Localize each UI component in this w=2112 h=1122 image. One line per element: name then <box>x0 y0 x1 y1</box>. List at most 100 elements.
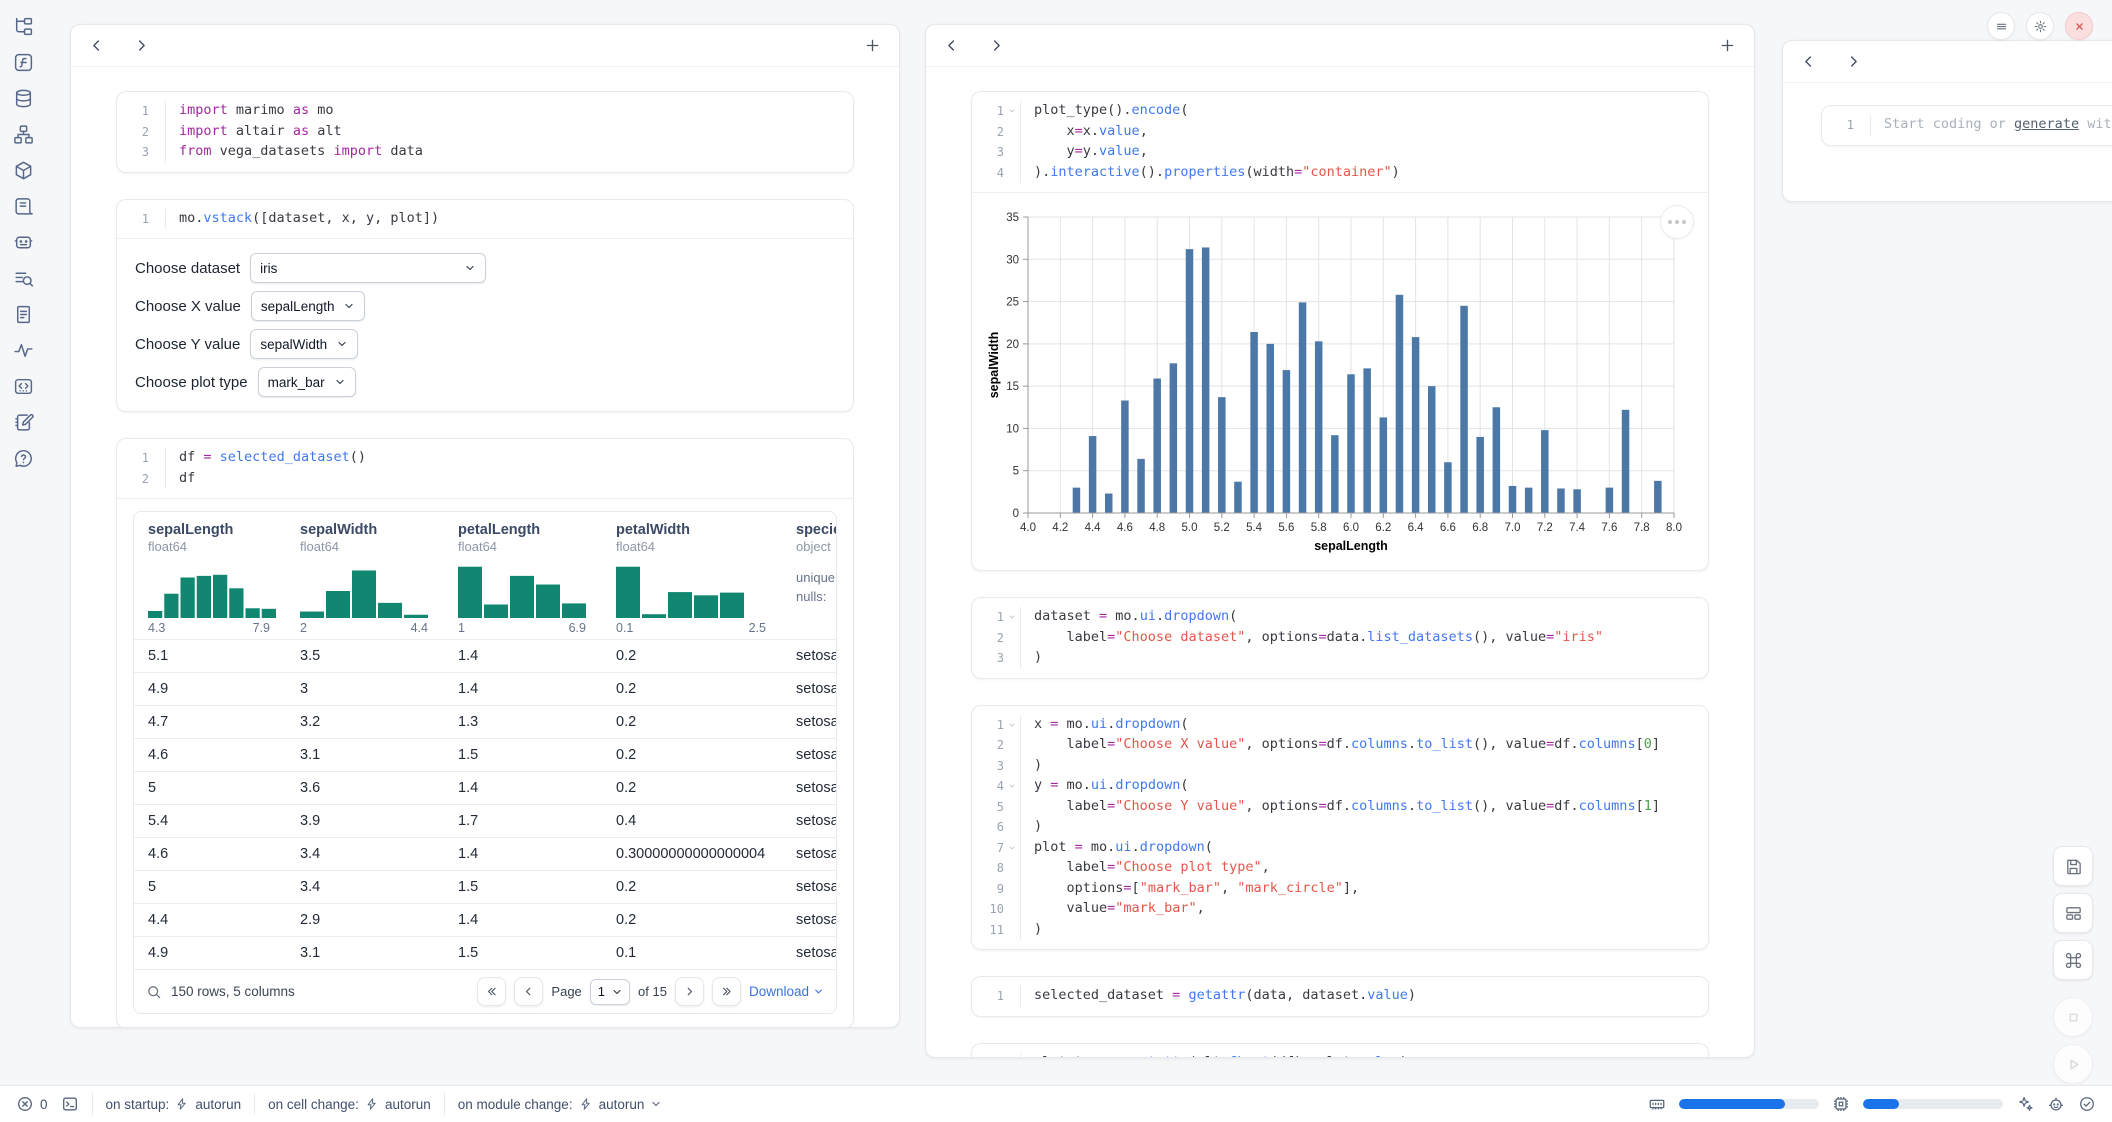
dropdown-choose-x-value[interactable]: sepalLength <box>251 291 366 321</box>
table-cell: setosa <box>782 937 836 970</box>
next-page-button[interactable] <box>675 977 704 1006</box>
prev-page-button[interactable] <box>514 977 543 1006</box>
line-number: 4 <box>978 163 1004 184</box>
chevron-left-icon[interactable] <box>89 38 104 53</box>
rail-file-tree-button[interactable] <box>13 16 34 37</box>
column-dtype: float64 <box>616 539 782 554</box>
code-editor[interactable]: 1selected_dataset = getattr(data, datase… <box>972 977 1708 1016</box>
code-editor[interactable]: 1import marimo as mo2import altair as al… <box>117 92 853 172</box>
code-editor[interactable]: 1mo.vstack([dataset, x, y, plot]) <box>117 200 853 239</box>
close-button[interactable] <box>2065 12 2093 40</box>
add-cell-icon[interactable] <box>1719 37 1736 54</box>
first-page-button[interactable] <box>477 977 506 1006</box>
line-number: 5 <box>978 797 1004 818</box>
table-row[interactable]: 4.63.11.50.2setosa <box>134 739 836 772</box>
org-chart-icon <box>13 124 34 145</box>
table-cell: 4.6 <box>134 838 286 871</box>
run-button[interactable] <box>2053 1044 2093 1084</box>
code-line: ) <box>1020 756 1696 777</box>
dropdown-choose-dataset[interactable]: iris <box>250 253 486 283</box>
chevron-right-icon[interactable] <box>1846 54 1861 69</box>
ai-sparkles-icon[interactable] <box>2016 1095 2034 1113</box>
svg-text:7.2: 7.2 <box>1537 522 1553 534</box>
dropdown-choose-plot-type[interactable]: mark_bar <box>258 367 356 397</box>
search-icon[interactable] <box>146 984 162 1000</box>
run-setting-3[interactable]: on module change:autorun <box>458 1097 663 1112</box>
column-header-petalWidth[interactable]: petalWidthfloat640.12.5 <box>602 512 782 640</box>
last-page-button[interactable] <box>712 977 741 1006</box>
table-row[interactable]: 53.41.50.2setosa <box>134 871 836 904</box>
code-editor[interactable]: 1x = mo.ui.dropdown(2 label="Choose X va… <box>972 706 1708 950</box>
column-header-sepalLength[interactable]: sepalLengthfloat644.37.9 <box>134 512 286 640</box>
table-cell: 0.2 <box>602 904 782 937</box>
rail-database-button[interactable] <box>13 88 34 109</box>
cell-plot: 1plot_type().encode(2 x=x.value,3 y=y.va… <box>971 91 1709 571</box>
rail-activity-button[interactable] <box>13 340 34 361</box>
code-editor[interactable]: 1dataset = mo.ui.dropdown(2 label="Choos… <box>972 598 1708 678</box>
table-row[interactable]: 53.61.40.2setosa <box>134 772 836 805</box>
column-header-petalLength[interactable]: petalLengthfloat6416.9 <box>444 512 602 640</box>
column-dtype: float64 <box>300 539 444 554</box>
chevron-right-icon[interactable] <box>134 38 149 53</box>
table-row[interactable]: 4.73.21.30.2setosa <box>134 706 836 739</box>
dropdown-choose-y-value[interactable]: sepalWidth <box>250 329 358 359</box>
table-row[interactable]: 4.93.11.50.1setosa <box>134 937 836 970</box>
rail-org-chart-button[interactable] <box>13 124 34 145</box>
chevron-right-icon[interactable] <box>989 38 1004 53</box>
table-cell: 0.1 <box>602 937 782 970</box>
stop-button[interactable] <box>2053 997 2093 1037</box>
download-button[interactable]: Download <box>749 984 824 999</box>
column-dtype: float64 <box>458 539 602 554</box>
dropdown-label: Choose plot type <box>135 374 248 391</box>
chart-options-button[interactable] <box>1660 205 1694 239</box>
add-cell-icon[interactable] <box>864 37 881 54</box>
table-row[interactable]: 5.13.51.40.2setosa <box>134 640 836 673</box>
chevron-left-icon[interactable] <box>1801 54 1816 69</box>
table-row[interactable]: 5.43.91.70.4setosa <box>134 805 836 838</box>
database-icon <box>13 88 34 109</box>
command-palette-button[interactable] <box>2053 940 2093 980</box>
menu-button[interactable] <box>1987 12 2015 40</box>
code-line: df = selected_dataset() <box>165 448 841 469</box>
bot-icon[interactable] <box>2047 1095 2065 1113</box>
line-number: 2 <box>123 469 149 490</box>
generate-with-ai-link[interactable]: generate <box>2014 116 2079 132</box>
table-row[interactable]: 4.63.41.40.30000000000000004setosa <box>134 838 836 871</box>
run-setting-2[interactable]: on cell change:autorun <box>268 1097 431 1112</box>
rail-scroll-button[interactable] <box>13 196 34 217</box>
rail-list-search-button[interactable] <box>13 268 34 289</box>
chevron-left-icon[interactable] <box>944 38 959 53</box>
run-setting-1[interactable]: on startup:autorun <box>106 1097 242 1112</box>
svg-text:7.4: 7.4 <box>1569 522 1586 534</box>
column-header-species[interactable]: speciesobjectunique:nulls: <box>782 512 836 640</box>
cell-selected: 1selected_dataset = getattr(data, datase… <box>971 976 1709 1017</box>
rail-document-button[interactable] <box>13 304 34 325</box>
code-editor[interactable]: 1plot_type = getattr(alt.Chart(df), plot… <box>972 1044 1708 1058</box>
rail-code-box-button[interactable] <box>13 376 34 397</box>
check-circle-icon[interactable] <box>2078 1095 2096 1113</box>
altair-bar-chart[interactable]: 4.04.24.44.64.85.05.25.45.65.86.06.26.46… <box>986 205 1686 557</box>
code-line: ) <box>1020 648 1696 669</box>
page-select[interactable]: 1 <box>590 979 630 1005</box>
code-editor[interactable]: 1df = selected_dataset()2df <box>117 439 853 498</box>
column-header-sepalWidth[interactable]: sepalWidthfloat6424.4 <box>286 512 444 640</box>
rail-notebook-pen-button[interactable] <box>13 412 34 433</box>
rail-function-square-button[interactable] <box>13 52 34 73</box>
stop-icon <box>2064 1008 2083 1027</box>
settings-button[interactable] <box>2026 12 2054 40</box>
code-editor[interactable]: 1plot_type().encode(2 x=x.value,3 y=y.va… <box>972 92 1708 192</box>
rail-package-button[interactable] <box>13 160 34 181</box>
code-editor[interactable]: 1 Start coding or generate with <box>1822 106 2112 145</box>
table-row[interactable]: 4.42.91.40.2setosa <box>134 904 836 937</box>
rail-bot-button[interactable] <box>13 232 34 253</box>
play-icon <box>2064 1055 2083 1074</box>
rail-help-button[interactable] <box>13 448 34 469</box>
close-icon <box>2072 19 2087 34</box>
code-line: plot_type().encode( <box>1020 101 1696 122</box>
table-row[interactable]: 4.931.40.2setosa <box>134 673 836 706</box>
errors-indicator[interactable]: 0 <box>16 1095 48 1113</box>
save-button[interactable] <box>2053 846 2093 886</box>
table-cell: 0.2 <box>602 706 782 739</box>
layout-button[interactable] <box>2053 893 2093 933</box>
terminal-button[interactable] <box>61 1095 79 1113</box>
